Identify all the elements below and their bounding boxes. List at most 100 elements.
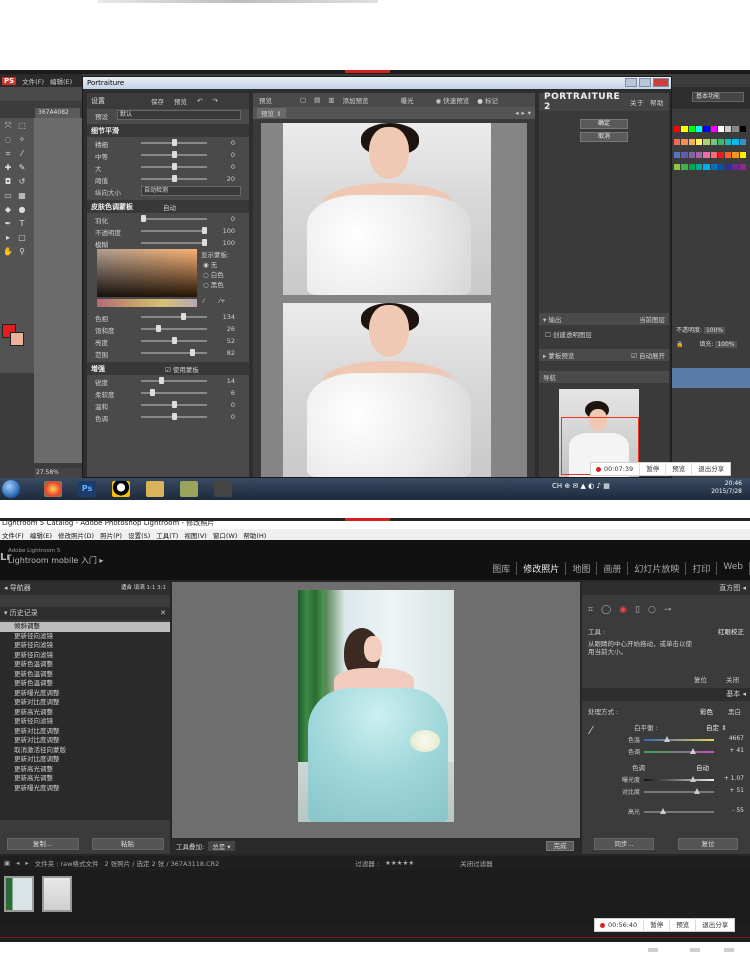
history-item[interactable]: 更新高光调整 [0, 708, 170, 718]
slider-track[interactable] [141, 325, 207, 332]
lock-icon[interactable]: 🔒 [676, 341, 683, 348]
history-item[interactable]: 更新色温调整 [0, 670, 170, 680]
history-clear-icon[interactable]: ✕ [160, 607, 166, 620]
slider-value[interactable]: 0 [231, 151, 235, 159]
zoom-1-1[interactable]: 1:1 [147, 585, 156, 591]
color-swatch[interactable] [681, 138, 688, 145]
lr-module-tab[interactable]: Web [717, 562, 750, 575]
color-swatch[interactable] [732, 138, 739, 145]
color-swatch[interactable] [710, 164, 717, 171]
app2-icon[interactable] [214, 481, 232, 497]
gradient-tool-icon[interactable]: ▦ [17, 192, 27, 200]
exposure-value[interactable]: + 1.07 [724, 775, 744, 782]
move-tool-icon[interactable]: ⤧ [3, 122, 13, 130]
preview-button[interactable]: 预览 [665, 462, 691, 476]
slider-track[interactable] [141, 175, 207, 182]
color-swatch[interactable] [703, 151, 710, 158]
path-select-icon[interactable]: ▸ [3, 234, 13, 242]
slider-track[interactable] [141, 377, 207, 384]
history-item[interactable]: 更新径向滤镜 [0, 717, 170, 727]
slider-value[interactable]: 0 [231, 163, 235, 171]
exposure-slider[interactable] [644, 776, 714, 782]
history-brush-icon[interactable]: ↺ [17, 178, 27, 186]
temp-slider[interactable] [644, 736, 714, 742]
color-swatch[interactable] [732, 151, 739, 158]
filmstrip-thumb-2[interactable] [42, 876, 72, 912]
lr-module-tab[interactable]: 画册 [597, 562, 629, 575]
tint-knob[interactable] [690, 748, 696, 754]
ps-menu-file[interactable]: 文件(F) [22, 76, 44, 86]
slider-knob[interactable] [202, 239, 207, 246]
close-icon[interactable] [653, 78, 669, 87]
next-icon[interactable]: ▸ [521, 109, 524, 117]
reset-button[interactable]: 复位 [678, 838, 738, 850]
slider-value[interactable]: 0 [231, 401, 235, 409]
slider-value[interactable]: 0 [231, 139, 235, 147]
slider-knob[interactable] [172, 163, 177, 170]
mask-option-black[interactable]: ○ 黑色 [203, 279, 224, 289]
color-swatch[interactable] [674, 164, 681, 171]
color-swatch[interactable] [703, 126, 710, 132]
ok-button[interactable]: 确定 [580, 119, 628, 129]
preset-select[interactable]: 默认 [117, 110, 241, 120]
chrome-icon[interactable] [44, 481, 62, 497]
tone-auto-button[interactable]: 自动 [696, 762, 709, 772]
sync-button[interactable]: 同步... [594, 838, 654, 850]
hand-tool-icon[interactable]: ✋ [3, 248, 13, 256]
clock[interactable]: 20:46 2015/7/28 [711, 480, 742, 496]
color-swatch[interactable] [739, 164, 746, 171]
exit-share-button-bottom[interactable]: 退出分享 [695, 918, 734, 932]
slider-knob[interactable] [150, 389, 155, 396]
zoom-tool-icon[interactable]: ⚲ [17, 248, 27, 256]
lr-menu-item[interactable]: 修改照片(D) [58, 530, 94, 540]
highlights-value[interactable]: - 55 [732, 807, 744, 814]
save-button[interactable]: 保存 [151, 96, 164, 106]
treatment-color[interactable]: 彩色 [700, 706, 713, 716]
undo-icon[interactable]: ↶ [197, 97, 202, 105]
paste-button[interactable]: 粘贴 [91, 838, 164, 850]
color-swatch[interactable] [703, 164, 710, 171]
history-header[interactable]: ▾ 历史记录 ✕ [0, 607, 170, 620]
slider-value[interactable]: 82 [227, 349, 235, 357]
split-view-icon[interactable]: ▤ [314, 96, 320, 104]
graduated-filter-icon[interactable]: ▯ [635, 605, 640, 615]
temp-value[interactable]: 4667 [729, 735, 744, 742]
slider-knob[interactable] [172, 413, 177, 420]
slider-knob[interactable] [202, 227, 207, 234]
history-item[interactable]: 更新径向滤镜 [0, 641, 170, 651]
slider-track[interactable] [141, 227, 207, 234]
opacity-input[interactable]: 100% [703, 327, 726, 334]
filmstrip-forward-icon[interactable]: ▸ [25, 859, 28, 867]
highlights-slider[interactable] [644, 808, 714, 814]
histogram-header[interactable]: 直方图 ◂ [582, 582, 750, 595]
slider-value[interactable]: 100 [223, 227, 235, 235]
color-swatch[interactable] [695, 164, 703, 171]
ps-menu-edit[interactable]: 编辑(E) [50, 76, 72, 86]
tool-reset-button[interactable]: 复位 [694, 674, 707, 684]
blur-tool-icon[interactable]: ◆ [3, 206, 13, 214]
adjustment-brush-icon[interactable]: ⊸ [664, 605, 672, 615]
slider-knob[interactable] [141, 215, 146, 222]
color-swatch[interactable] [681, 151, 688, 158]
selected-layer-row[interactable] [672, 368, 750, 388]
history-item[interactable]: 更新对比度调整 [0, 736, 170, 746]
preview-button-bottom[interactable]: 预览 [669, 918, 695, 932]
lr-mobile-link[interactable]: Lightroom mobile 入门 ▸ [8, 555, 103, 566]
lr-module-tab[interactable]: 幻灯片放映 [628, 562, 687, 575]
preview-canvas[interactable] [261, 123, 527, 477]
mask-preview-section-header[interactable]: ▸ 蒙板预览 ☑ 自动展开 [539, 349, 669, 361]
color-swatch[interactable] [688, 126, 695, 132]
color-swatch[interactable] [703, 138, 710, 145]
color-swatch[interactable] [732, 126, 739, 132]
lr-menu-item[interactable]: 文件(F) [2, 530, 24, 540]
basic-header[interactable]: 基本 ◂ [582, 688, 750, 701]
skin-hue-strip[interactable] [97, 299, 197, 307]
detail-section-header[interactable]: 细节平滑 [87, 124, 249, 137]
history-item[interactable]: 倾斜调整 [0, 622, 170, 632]
crop-tool-icon[interactable]: ⌗ [3, 150, 13, 158]
slider-knob[interactable] [172, 139, 177, 146]
color-swatch[interactable] [710, 151, 717, 158]
app-icon[interactable] [180, 481, 198, 497]
history-item[interactable]: 更新径向滤镜 [0, 651, 170, 661]
create-layer-checkbox[interactable]: ☐ 创建透明图层 [545, 329, 592, 339]
